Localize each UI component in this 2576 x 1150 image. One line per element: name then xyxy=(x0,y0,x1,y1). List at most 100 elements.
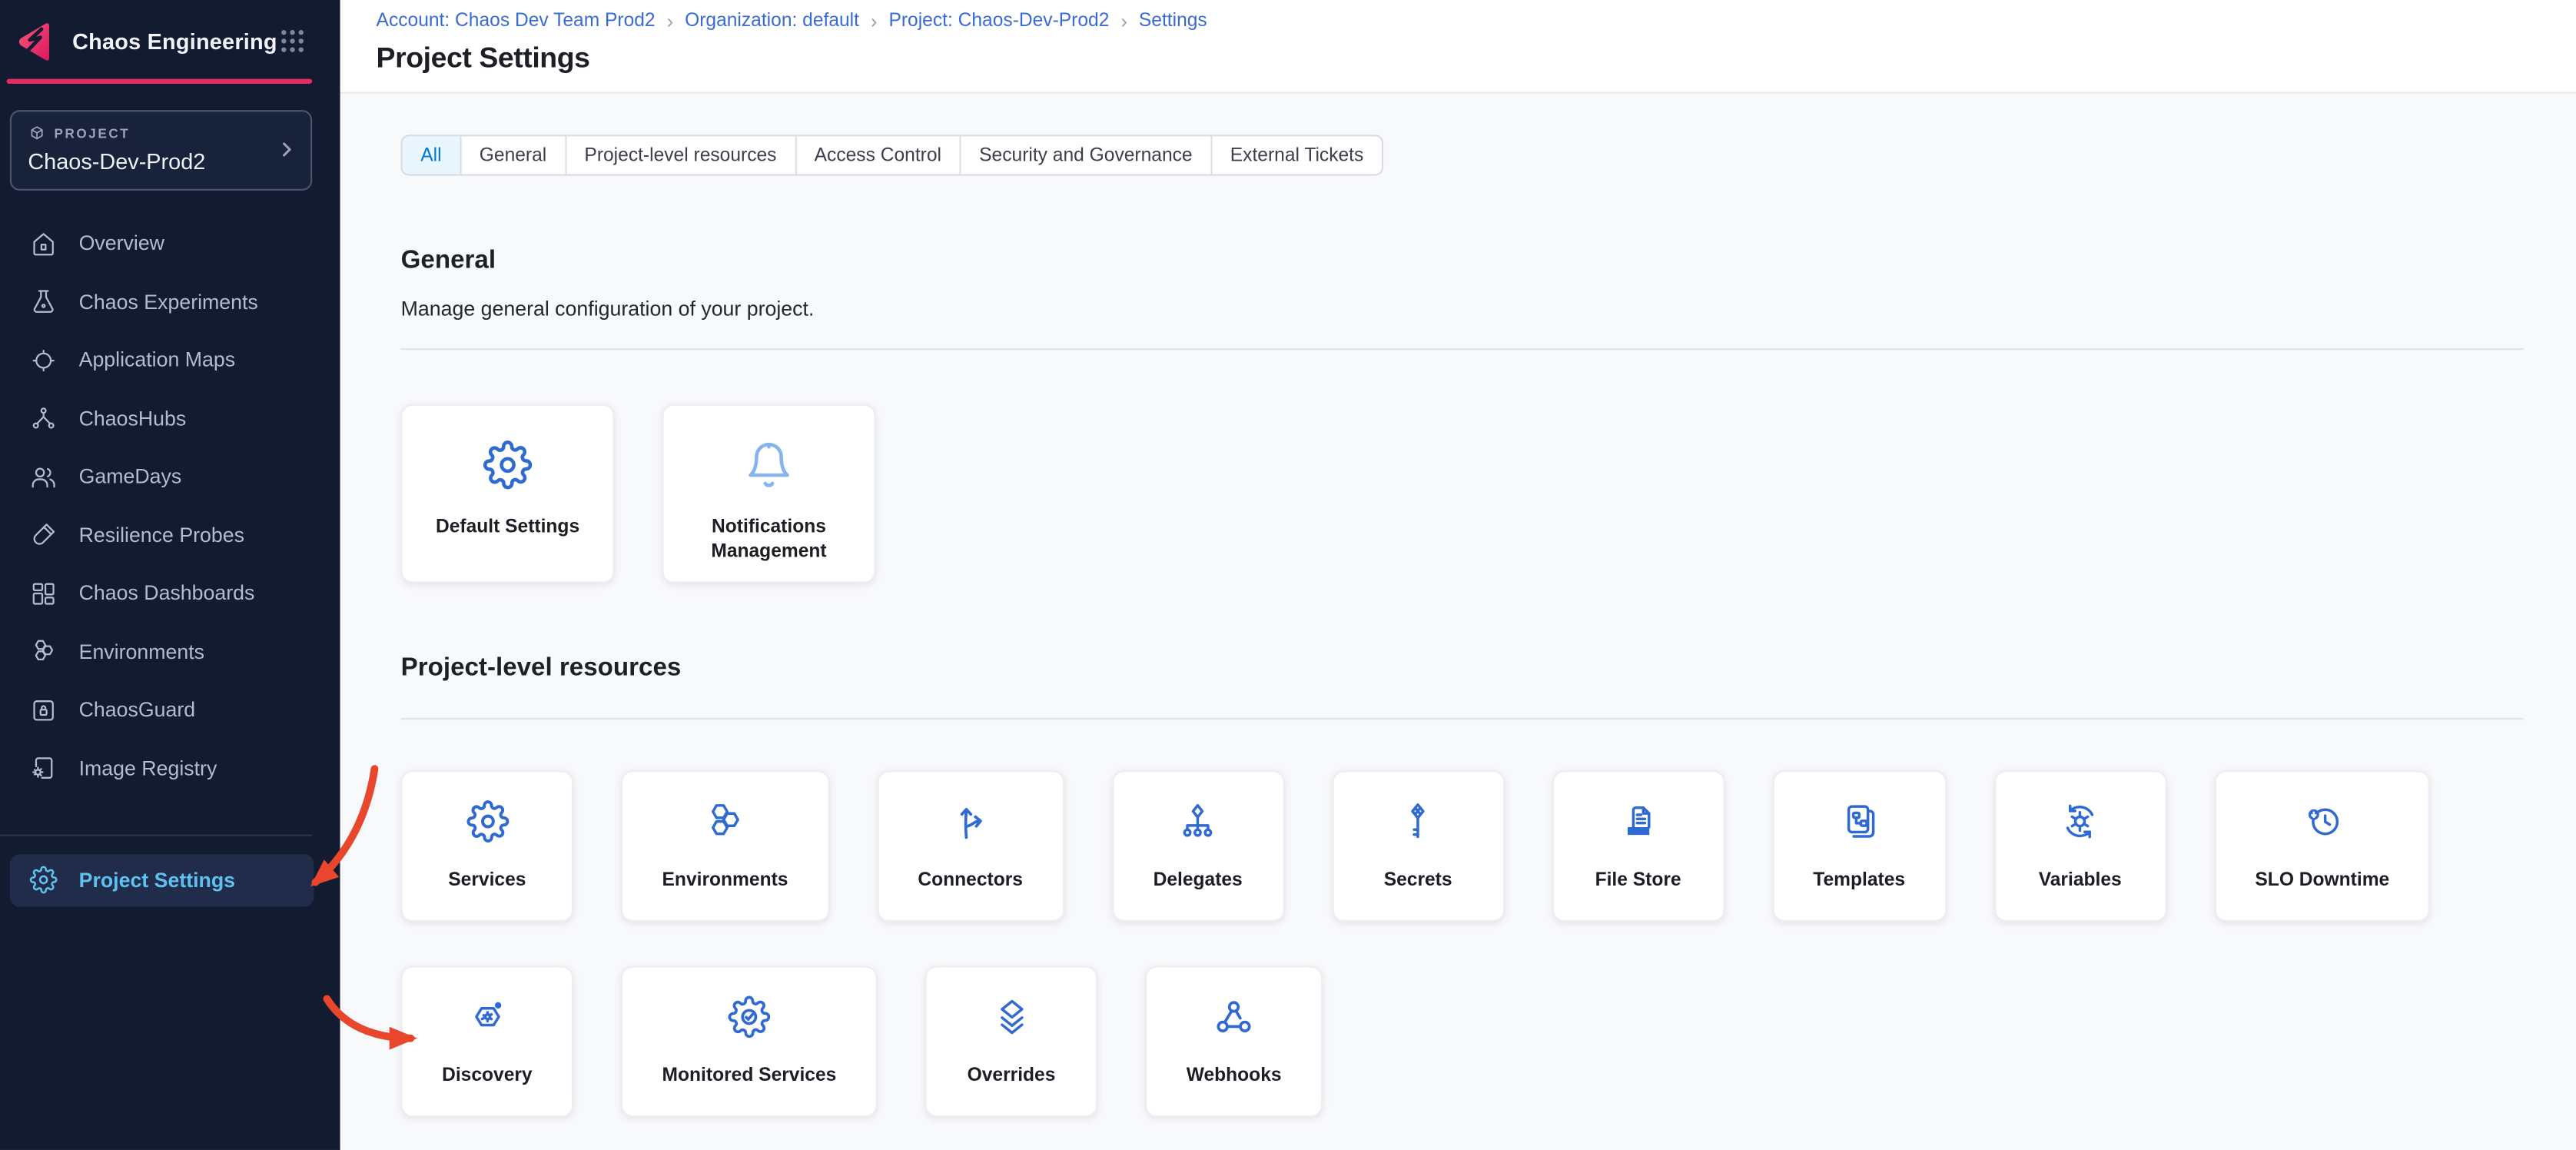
card-discovery[interactable]: Discovery xyxy=(401,966,573,1118)
sidebar-item-chaoshubs[interactable]: ChaosHubs xyxy=(0,390,340,448)
target-icon xyxy=(29,347,57,374)
card-label: Discovery xyxy=(429,1065,546,1089)
card-default-settings[interactable]: Default Settings xyxy=(401,404,615,583)
tab-project-level-resources[interactable]: Project-level resources xyxy=(566,136,796,174)
hexagon-gear-icon xyxy=(466,995,509,1046)
tab-all[interactable]: All xyxy=(403,136,461,174)
sidebar-item-label: Chaos Experiments xyxy=(79,291,258,314)
card-environments[interactable]: Environments xyxy=(621,770,829,922)
card-label: File Store xyxy=(1582,869,1694,894)
sidebar-item-overview[interactable]: Overview xyxy=(0,214,340,273)
project-selector-name: Chaos-Dev-Prod2 xyxy=(28,149,267,174)
card-connectors[interactable]: Connectors xyxy=(877,770,1064,922)
card-services[interactable]: Services xyxy=(401,770,573,922)
sidebar-nav: Overview Chaos Experiments Application M… xyxy=(0,214,340,906)
app-root: Chaos Engineering PROJECT Chaos-Dev-Prod… xyxy=(0,0,2576,1150)
page-content: All General Project-level resources Acce… xyxy=(340,94,2576,1117)
file-stack-icon xyxy=(1617,800,1660,851)
gear-icon xyxy=(29,866,57,893)
sidebar-item-label: Overview xyxy=(79,232,164,255)
network-icon xyxy=(29,404,57,432)
card-variables[interactable]: Variables xyxy=(1993,770,2166,922)
card-label: Variables xyxy=(2026,869,2135,894)
hexagons-icon xyxy=(29,638,57,666)
breadcrumb: Account: Chaos Dev Team Prod2 › Organiza… xyxy=(377,0,2576,33)
card-monitored-services[interactable]: Monitored Services xyxy=(621,966,878,1118)
sidebar-item-label: Chaos Dashboards xyxy=(79,582,255,605)
lock-icon xyxy=(29,696,57,724)
sidebar-item-label: ChaosHubs xyxy=(79,407,187,430)
card-label: Environments xyxy=(649,869,801,894)
home-icon xyxy=(29,230,57,258)
sidebar-item-environments[interactable]: Environments xyxy=(0,623,340,681)
tab-general[interactable]: General xyxy=(461,136,566,174)
card-file-store[interactable]: File Store xyxy=(1552,770,1724,922)
section-description-general: Manage general configuration of your pro… xyxy=(401,297,2524,321)
webhook-icon xyxy=(1213,995,1256,1046)
tab-security-and-governance[interactable]: Security and Governance xyxy=(961,136,1213,174)
sidebar-item-label: Project Settings xyxy=(79,869,235,892)
card-overrides[interactable]: Overrides xyxy=(925,966,1097,1118)
card-label: Templates xyxy=(1800,869,1918,894)
card-delegates[interactable]: Delegates xyxy=(1111,770,1283,922)
dashboard-icon xyxy=(29,580,57,607)
card-label: Monitored Services xyxy=(649,1065,849,1089)
breadcrumb-project[interactable]: Project: Chaos-Dev-Prod2 xyxy=(888,12,1109,32)
sidebar-item-chaosguard[interactable]: ChaosGuard xyxy=(0,681,340,740)
section-divider xyxy=(401,718,2524,720)
page-title: Project Settings xyxy=(377,41,2576,75)
card-label: Default Settings xyxy=(416,516,599,540)
section-title-project-level-resources: Project-level resources xyxy=(401,654,2524,683)
cube-icon xyxy=(28,125,46,143)
resources-cards-row-2: Discovery Monitored Services Overrides W… xyxy=(401,966,2524,1118)
sidebar-item-image-registry[interactable]: Image Registry xyxy=(0,740,340,798)
registry-icon xyxy=(29,755,57,783)
sidebar-item-resilience-probes[interactable]: Resilience Probes xyxy=(0,506,340,564)
project-selector[interactable]: PROJECT Chaos-Dev-Prod2 xyxy=(10,109,312,190)
sidebar-item-label: Image Registry xyxy=(79,757,217,780)
main-area: Account: Chaos Dev Team Prod2 › Organiza… xyxy=(340,0,2576,1150)
sidebar-item-label: ChaosGuard xyxy=(79,699,196,722)
breadcrumb-separator: › xyxy=(667,10,674,33)
tab-access-control[interactable]: Access Control xyxy=(796,136,961,174)
breadcrumb-account[interactable]: Account: Chaos Dev Team Prod2 xyxy=(377,12,656,32)
card-label: SLO Downtime xyxy=(2242,869,2402,894)
sidebar-item-label: Application Maps xyxy=(79,349,236,372)
module-grid-icon[interactable] xyxy=(277,26,307,55)
sidebar-item-chaos-dashboards[interactable]: Chaos Dashboards xyxy=(0,564,340,623)
page-header: Account: Chaos Dev Team Prod2 › Organiza… xyxy=(340,0,2576,94)
chaos-engineering-logo xyxy=(13,19,58,64)
sidebar-item-label: Environments xyxy=(79,640,204,663)
sidebar-item-project-settings[interactable]: Project Settings xyxy=(10,853,314,906)
sidebar-item-label: GameDays xyxy=(79,466,182,489)
card-label: Connectors xyxy=(905,869,1036,894)
card-secrets[interactable]: Secrets xyxy=(1332,770,1504,922)
resources-cards-row-1: Services Environments Connectors Delegat… xyxy=(401,770,2524,922)
sidebar-item-application-maps[interactable]: Application Maps xyxy=(0,331,340,390)
card-webhooks[interactable]: Webhooks xyxy=(1145,966,1323,1118)
clock-badge-icon xyxy=(2301,800,2344,851)
general-cards-row: Default Settings Notifications Managemen… xyxy=(401,404,2524,583)
gear-icon xyxy=(466,800,509,851)
card-templates[interactable]: Templates xyxy=(1772,770,1947,922)
brand-title: Chaos Engineering xyxy=(72,28,277,53)
breadcrumb-settings[interactable]: Settings xyxy=(1139,12,1207,32)
breadcrumb-separator: › xyxy=(1120,10,1127,33)
sidebar-divider xyxy=(0,834,312,836)
layers-icon xyxy=(990,995,1033,1046)
sidebar-item-chaos-experiments[interactable]: Chaos Experiments xyxy=(0,273,340,331)
org-tree-icon xyxy=(1177,800,1220,851)
card-notifications-management[interactable]: Notifications Management xyxy=(662,404,876,583)
card-slo-downtime[interactable]: SLO Downtime xyxy=(2214,770,2431,922)
card-label: Secrets xyxy=(1371,869,1466,894)
bell-icon xyxy=(744,440,793,498)
settings-filter-tabs: All General Project-level resources Acce… xyxy=(401,135,1383,175)
sidebar-item-gamedays[interactable]: GameDays xyxy=(0,448,340,507)
breadcrumb-organization[interactable]: Organization: default xyxy=(685,12,859,32)
key-icon xyxy=(1396,800,1439,851)
chevron-right-icon xyxy=(276,139,297,161)
users-icon xyxy=(29,463,57,490)
sidebar: Chaos Engineering PROJECT Chaos-Dev-Prod… xyxy=(0,0,340,1150)
brand-header: Chaos Engineering xyxy=(0,0,340,79)
tab-external-tickets[interactable]: External Tickets xyxy=(1212,136,1382,174)
